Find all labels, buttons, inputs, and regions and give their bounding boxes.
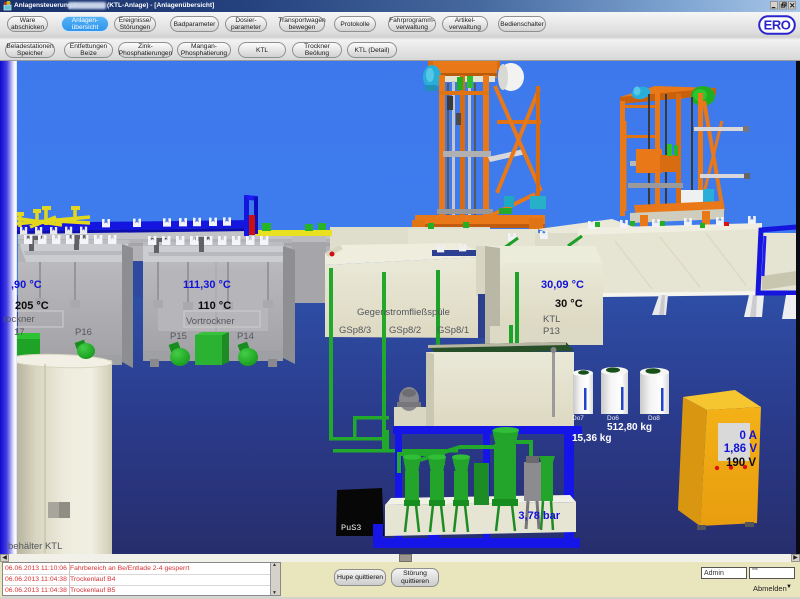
svg-text:P14: P14 [237, 331, 254, 342]
svg-text:GSp8/1: GSp8/1 [437, 325, 469, 336]
svg-text:512,80 kg: 512,80 kg [607, 422, 652, 433]
svg-text:Gegenstromfließspüle: Gegenstromfließspüle [357, 307, 450, 318]
svg-text:30 °C: 30 °C [555, 298, 583, 310]
svg-text:,90 °C: ,90 °C [11, 279, 42, 291]
svg-text:Vortrockner: Vortrockner [186, 316, 235, 327]
svg-text:1,86 V: 1,86 V [724, 443, 758, 455]
svg-text:3,78 bar: 3,78 bar [518, 510, 560, 522]
svg-text:190 V: 190 V [726, 457, 756, 469]
svg-text:Do8: Do8 [648, 415, 660, 422]
svg-text:P13: P13 [543, 326, 560, 337]
svg-text:behälter KTL: behälter KTL [8, 541, 62, 552]
svg-text:15,36 kg: 15,36 kg [572, 433, 611, 444]
svg-text:111,30 °C: 111,30 °C [183, 279, 231, 291]
svg-text:205 °C: 205 °C [15, 300, 49, 312]
svg-text:0 A: 0 A [740, 430, 757, 442]
svg-text:GSp8/3: GSp8/3 [339, 325, 371, 336]
svg-text:30,09 °C: 30,09 °C [541, 279, 584, 291]
svg-text:GSp8/2: GSp8/2 [389, 325, 421, 336]
svg-text:P16: P16 [75, 327, 92, 338]
svg-text:110 °C: 110 °C [198, 300, 231, 312]
svg-text:ERO: ERO [764, 18, 791, 33]
svg-text:Do7: Do7 [572, 415, 584, 422]
svg-text:P15: P15 [170, 331, 187, 342]
svg-text:17: 17 [14, 327, 25, 338]
svg-text:Do6: Do6 [607, 415, 619, 422]
svg-text:KTL: KTL [543, 314, 560, 325]
svg-text:PuS3: PuS3 [341, 523, 361, 533]
svg-text:rockner: rockner [3, 314, 35, 325]
